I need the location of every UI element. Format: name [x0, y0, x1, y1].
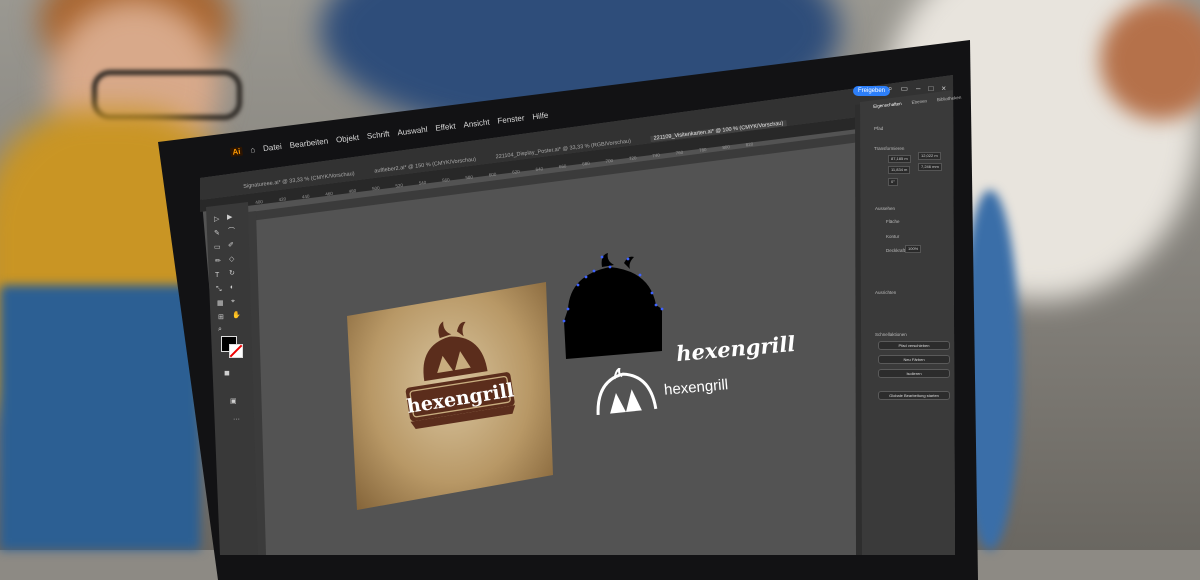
ruler-tick: 800	[722, 144, 731, 151]
home-icon[interactable]: ⌂	[250, 145, 256, 155]
fill-label: Fläche	[886, 219, 900, 224]
recolor-button[interactable]: Neu Färben	[878, 355, 950, 364]
path-label: Pfad	[874, 126, 884, 131]
y-field[interactable]: 11,834 m	[888, 166, 911, 174]
ruler-tick: 820	[745, 141, 754, 148]
ruler-tick: 640	[535, 166, 544, 173]
ruler-tick: 700	[605, 157, 614, 164]
appearance-label: Aussehen	[875, 206, 896, 211]
header-icons: ⌕ ▭ – □ ×	[888, 84, 946, 94]
w-field[interactable]: 12,022 m	[918, 152, 941, 160]
ruler-tick: 580	[465, 174, 474, 181]
transform-label: Transformieren	[874, 146, 905, 151]
ruler-tick: 740	[652, 152, 661, 159]
screen-mode-icon[interactable]: ▣	[230, 398, 237, 405]
eyedropper-tool-icon[interactable]: ⌖	[231, 298, 235, 305]
logo-icon-white-outline[interactable]	[592, 368, 658, 418]
pencil-tool-icon[interactable]: ✏	[215, 258, 221, 265]
curvature-tool-icon[interactable]: ⌒	[228, 228, 235, 235]
pen-tool-icon[interactable]: ✎	[214, 230, 220, 237]
direct-selection-tool-icon[interactable]: ▶	[227, 214, 232, 221]
ruler-tick: 520	[395, 182, 404, 189]
ruler-tick: 760	[675, 149, 684, 156]
ruler-tick: 600	[488, 171, 497, 178]
opacity-field[interactable]: 100%	[905, 245, 922, 253]
ruler-tick: 400	[255, 199, 264, 205]
h-field[interactable]: 7,246 mm	[918, 163, 942, 171]
global-edit-button[interactable]: Globale Bearbeitung starten	[878, 391, 950, 400]
selection-tool-icon[interactable]: ▷	[214, 216, 219, 223]
ruler-tick: 460	[325, 190, 334, 197]
shape-builder-tool-icon[interactable]: ◐	[230, 284, 234, 291]
more-tools-icon[interactable]: ···	[233, 416, 240, 423]
rectangle-tool-icon[interactable]: ▭	[214, 244, 221, 251]
menu-item-hilfe[interactable]: Hilfe	[532, 111, 549, 122]
hexengrill-logo-brown[interactable]: hexengrill	[395, 318, 520, 448]
rotate-tool-icon[interactable]: ↻	[229, 270, 235, 277]
logo-silhouette-selected[interactable]	[558, 253, 668, 363]
artboard-tool-icon[interactable]: ⊞	[218, 314, 224, 321]
scale-tool-icon[interactable]: ⤡	[216, 286, 222, 293]
ruler-tick: 620	[511, 168, 520, 175]
offset-path-button[interactable]: Pfad verschieben	[878, 341, 950, 350]
eraser-tool-icon[interactable]: ◇	[229, 256, 234, 263]
gradient-tool-icon[interactable]: ▦	[217, 300, 224, 307]
type-tool-icon[interactable]: T	[215, 272, 219, 279]
hand-tool-icon[interactable]: ✋	[232, 312, 241, 319]
illustrator-logo-icon: Ai	[230, 146, 243, 157]
maximize-icon[interactable]: □	[929, 84, 934, 94]
close-icon[interactable]: ×	[941, 84, 946, 94]
search-icon[interactable]: ⌕	[888, 84, 892, 94]
ruler-tick: 660	[558, 163, 567, 170]
x-field[interactable]: 87,185 m	[888, 155, 911, 163]
ruler-tick: 560	[441, 177, 450, 184]
ruler-tick: 440	[301, 193, 310, 200]
stroke-label: Kontur	[886, 234, 900, 239]
ruler-tick: 420	[278, 196, 287, 203]
isolate-button[interactable]: Isolieren	[878, 369, 950, 378]
quick-actions-label: Schnellaktionen	[875, 332, 907, 337]
zoom-tool-icon[interactable]: ⌕	[218, 326, 222, 333]
ruler-tick: 480	[348, 188, 357, 194]
stroke-color-swatch[interactable]	[229, 344, 243, 358]
share-button[interactable]: Freigeben	[853, 86, 891, 96]
arrange-icon[interactable]: ▭	[900, 84, 908, 94]
ruler-tick: 680	[581, 160, 591, 167]
ruler-tick: 720	[628, 155, 637, 162]
color-mode-icon[interactable]: ◼	[224, 370, 230, 377]
minimize-icon[interactable]: –	[916, 84, 920, 94]
opacity-label: Deckkraft	[886, 248, 906, 253]
ruler-tick: 780	[698, 146, 707, 153]
ruler-tick: 500	[371, 185, 380, 192]
blue-chair-left	[0, 285, 200, 550]
ruler-tick: 540	[418, 179, 427, 186]
align-label: Ausrichten	[875, 290, 897, 295]
angle-field[interactable]: 0°	[888, 178, 898, 186]
brush-tool-icon[interactable]: ✐	[228, 242, 234, 249]
